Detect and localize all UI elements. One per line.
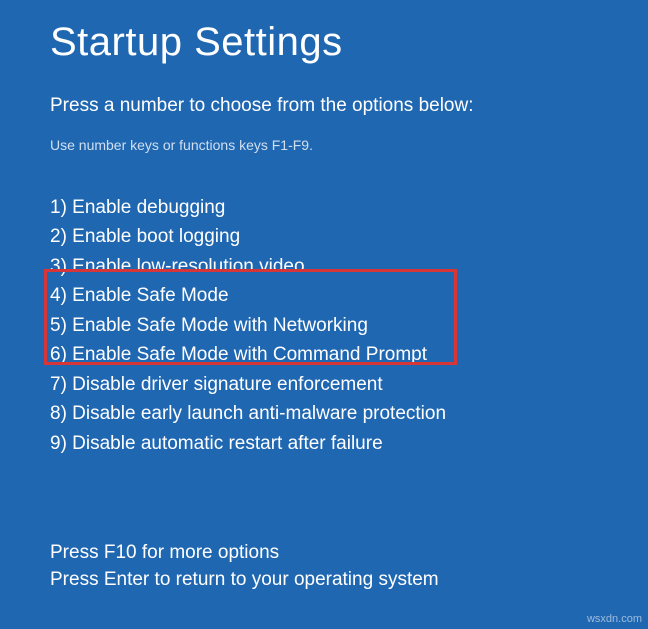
option-6[interactable]: 6) Enable Safe Mode with Command Prompt bbox=[50, 340, 598, 369]
options-list: 1) Enable debugging 2) Enable boot loggi… bbox=[50, 193, 598, 458]
footer-more-options: Press F10 for more options bbox=[50, 539, 439, 567]
subtitle-text: Press a number to choose from the option… bbox=[50, 95, 598, 117]
footer-return: Press Enter to return to your operating … bbox=[50, 566, 439, 594]
footer: Press F10 for more options Press Enter t… bbox=[50, 539, 439, 594]
option-3[interactable]: 3) Enable low-resolution video bbox=[50, 252, 598, 281]
option-4[interactable]: 4) Enable Safe Mode bbox=[50, 281, 598, 310]
option-8[interactable]: 8) Disable early launch anti-malware pro… bbox=[50, 399, 598, 428]
option-5[interactable]: 5) Enable Safe Mode with Networking bbox=[50, 311, 598, 340]
option-2[interactable]: 2) Enable boot logging bbox=[50, 222, 598, 251]
watermark: wsxdn.com bbox=[587, 613, 642, 625]
option-1[interactable]: 1) Enable debugging bbox=[50, 193, 598, 222]
page-title: Startup Settings bbox=[50, 20, 598, 65]
option-7[interactable]: 7) Disable driver signature enforcement bbox=[50, 370, 598, 399]
option-9[interactable]: 9) Disable automatic restart after failu… bbox=[50, 429, 598, 458]
hint-text: Use number keys or functions keys F1-F9. bbox=[50, 137, 598, 153]
